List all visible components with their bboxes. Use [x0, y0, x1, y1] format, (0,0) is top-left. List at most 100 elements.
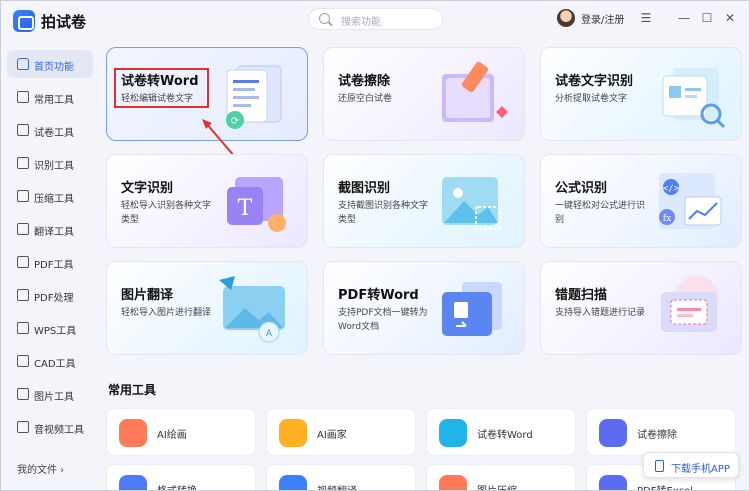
sidebar-item-image-tools[interactable]: 图片工具 — [7, 380, 93, 408]
card-desc: 支持截图识别各种文字类型 — [338, 201, 429, 225]
tool-exam-to-word[interactable]: 试卷转Word — [426, 408, 576, 456]
card-text-recognition[interactable]: 文字识别 轻松导入识别各种文字类型 T — [106, 154, 308, 248]
tool-label: PDF转Excel — [637, 482, 693, 490]
sidebar-item-label: 翻译工具 — [34, 227, 74, 238]
sidebar-item-pdf-tools[interactable]: PDF工具 — [7, 248, 93, 276]
highlight-box — [114, 68, 209, 108]
minimize-button[interactable]: — — [675, 9, 693, 27]
tool-format-convert[interactable]: 格式转换 — [106, 464, 256, 490]
sidebar-item-label: WPS工具 — [34, 326, 77, 337]
card-desc: 还原空白试卷 — [338, 94, 393, 104]
tool-image-compress[interactable]: 图片压缩 — [426, 464, 576, 490]
home-icon — [17, 58, 29, 70]
eraser-icon — [599, 419, 627, 447]
annotation-arrow — [202, 119, 236, 158]
svg-text:A: A — [266, 329, 273, 339]
my-files-link[interactable]: 我的文件 › — [17, 461, 64, 476]
tool-exam-erase[interactable]: 试卷擦除 — [586, 408, 736, 456]
tool-ai-painter[interactable]: AI画家 — [266, 408, 416, 456]
search-box[interactable]: 搜索功能 — [308, 8, 443, 30]
tool-ai-painting[interactable]: AI绘画 — [106, 408, 256, 456]
card-desc: 轻松导入识别各种文字类型 — [121, 201, 212, 225]
card-desc: 分析提取试卷文字 — [555, 94, 628, 104]
svg-text:fx: fx — [663, 214, 671, 224]
main-content: 试卷转Word 轻松编辑试卷文字 ⟳ 试卷擦除 还原空白试卷 试卷文字识别 分析… — [98, 39, 749, 490]
sidebar-item-translate-tools[interactable]: 翻译工具 — [7, 215, 93, 243]
sidebar-item-cad-tools[interactable]: CAD工具 — [7, 347, 93, 375]
eraser-scroll-icon — [442, 61, 508, 122]
image-translate-icon: A — [219, 276, 285, 343]
convert-icon — [119, 475, 147, 490]
cad-icon — [17, 355, 29, 367]
sidebar: 首页功能 常用工具 试卷工具 识别工具 压缩工具 翻译工具 PDF工具 PDF处… — [1, 41, 98, 490]
title-bar: 拍试卷 搜索功能 登录/注册 ☰ — ☐ ✕ — [1, 1, 749, 39]
card-pdf-to-word[interactable]: PDF转Word 支持PDF文档一键转为Word文档 — [323, 261, 525, 355]
document-icon — [17, 124, 29, 136]
login-register-link[interactable]: 登录/注册 — [581, 11, 624, 26]
card-exam-erase[interactable]: 试卷擦除 还原空白试卷 — [323, 47, 525, 141]
excel-icon — [599, 475, 627, 490]
app-title: 拍试卷 — [41, 13, 87, 31]
compress-icon — [17, 190, 29, 202]
sidebar-item-label: 常用工具 — [34, 95, 74, 106]
phone-icon — [655, 460, 664, 472]
card-exam-text-recognition[interactable]: 试卷文字识别 分析提取试卷文字 — [540, 47, 742, 141]
card-formula-recognition[interactable]: 公式识别 一键轻松对公式进行识别 </> fx — [540, 154, 742, 248]
avatar[interactable] — [557, 9, 575, 27]
sidebar-item-common-tools[interactable]: 常用工具 — [7, 83, 93, 111]
formula-icon: </> fx — [659, 173, 722, 229]
video-icon — [17, 421, 29, 433]
ai-painter-icon — [279, 419, 307, 447]
card-image-translate[interactable]: 图片翻译 轻松导入图片进行翻译 A — [106, 261, 308, 355]
sidebar-item-wps-tools[interactable]: WPS工具 — [7, 314, 93, 342]
card-title: 公式识别 — [555, 181, 608, 196]
card-mistake-scan[interactable]: 错题扫描 支持导入错题进行记录 — [540, 261, 742, 355]
tool-label: 图片压缩 — [477, 482, 517, 490]
sidebar-item-label: 图片工具 — [34, 392, 74, 403]
sidebar-item-label: 压缩工具 — [34, 194, 74, 205]
svg-text:</>: </> — [663, 184, 680, 194]
svg-text:T: T — [238, 196, 253, 221]
close-button[interactable]: ✕ — [721, 9, 739, 27]
card-title: 图片翻译 — [121, 288, 174, 303]
mistake-scan-icon — [661, 276, 719, 332]
card-title: 试卷擦除 — [338, 74, 391, 89]
wps-icon — [17, 322, 29, 334]
sidebar-item-label: PDF处理 — [34, 293, 74, 304]
sidebar-item-exam-tools[interactable]: 试卷工具 — [7, 116, 93, 144]
app-window: 拍试卷 搜索功能 登录/注册 ☰ — ☐ ✕ 首页功能 常用工具 试卷工具 识别… — [0, 0, 750, 491]
pdf-process-icon — [17, 289, 29, 301]
download-app-label: 下载手机APP — [671, 464, 730, 475]
sidebar-item-video-tools[interactable]: 音视频工具 — [7, 413, 93, 441]
sidebar-item-label: 识别工具 — [34, 161, 74, 172]
menu-icon[interactable]: ☰ — [637, 9, 655, 27]
pdf-icon — [17, 256, 29, 268]
sidebar-item-recognition-tools[interactable]: 识别工具 — [7, 149, 93, 177]
card-title: 文字识别 — [121, 181, 174, 196]
card-desc: 支持PDF文档一键转为Word文档 — [338, 308, 428, 332]
card-screenshot-recognition[interactable]: 截图识别 支持截图识别各种文字类型 — [323, 154, 525, 248]
sidebar-item-label: 音视频工具 — [34, 425, 84, 436]
card-title: 截图识别 — [338, 181, 391, 196]
sidebar-item-home[interactable]: 首页功能 — [7, 50, 93, 78]
sidebar-item-label: PDF工具 — [34, 260, 74, 271]
sidebar-item-compress-tools[interactable]: 压缩工具 — [7, 182, 93, 210]
translate-icon — [17, 223, 29, 235]
text-scan-icon — [662, 68, 726, 129]
app-logo-icon — [13, 10, 35, 32]
video-translate-icon — [279, 475, 307, 490]
tool-label: 试卷擦除 — [637, 430, 677, 441]
card-title: PDF转Word — [338, 288, 419, 303]
tool-video-translate[interactable]: 视频翻译 — [266, 464, 416, 490]
sidebar-item-pdf-process[interactable]: PDF处理 — [7, 281, 93, 309]
card-desc: 一键轻松对公式进行识别 — [555, 201, 646, 225]
tool-label: AI绘画 — [157, 430, 187, 441]
download-app-button[interactable]: 下载手机APP — [643, 452, 739, 478]
card-desc: 轻松导入图片进行翻译 — [121, 308, 212, 318]
card-title: 试卷文字识别 — [555, 74, 634, 89]
tool-label: AI画家 — [317, 430, 347, 441]
sidebar-item-label: CAD工具 — [34, 359, 76, 370]
maximize-button[interactable]: ☐ — [698, 9, 716, 27]
search-placeholder[interactable]: 搜索功能 — [341, 13, 381, 28]
card-desc: 支持导入错题进行记录 — [555, 308, 646, 318]
